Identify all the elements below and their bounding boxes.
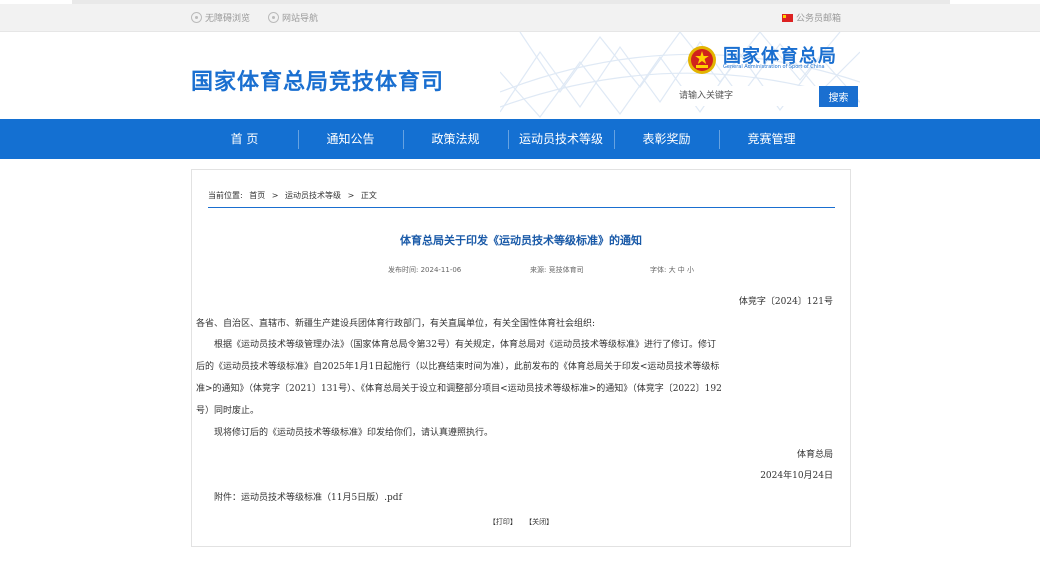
national-emblem-icon: [688, 46, 716, 74]
accessibility-icon: [191, 12, 202, 23]
main-nav: 首 页 通知公告 政策法规 运动员技术等级 表彰奖励 竞赛管理: [0, 119, 1040, 159]
article-line: 现将修订后的《运动员技术等级标准》印发给你们，请认真遵照执行。: [196, 428, 494, 438]
nav-policies[interactable]: 政策法规: [403, 119, 508, 159]
breadcrumb-separator: >: [347, 191, 355, 200]
article-line: 根据《运动员技术等级管理办法》（国家体育总局令第32号）有关规定，体育总局对《运…: [196, 340, 716, 350]
breadcrumb-prefix: 当前位置:: [208, 191, 243, 200]
site-nav-link[interactable]: 网站导航: [268, 11, 318, 24]
utility-bar: 无障碍浏览 网站导航 公务员邮箱: [0, 4, 1040, 32]
nav-athlete-grades[interactable]: 运动员技术等级: [508, 119, 614, 159]
breadcrumb: 当前位置: 首页 > 运动员技术等级 > 正文: [208, 190, 381, 201]
site-title[interactable]: 国家体育总局竞技体育司: [191, 64, 444, 96]
org-name-en: General Administration of Sport of China: [723, 64, 825, 70]
nav-awards[interactable]: 表彰奖励: [614, 119, 719, 159]
article-actions: 【打印】 【关闭】: [192, 517, 850, 527]
sitemap-icon: [268, 12, 279, 23]
article-line: 各省、自治区、直辖市、新疆生产建设兵团体育行政部门，有关直属单位，有关全国性体育…: [196, 319, 596, 329]
article-line: 准>的通知》（体竞字〔2021〕131号）、《体育总局关于设立和调整部分项目<运…: [196, 384, 722, 394]
publish-date: 发布时间: 2024-11-06: [388, 266, 462, 274]
close-button[interactable]: 【关闭】: [525, 518, 553, 526]
article-source: 来源: 竞技体育司: [530, 266, 584, 274]
accessible-browse-label: 无障碍浏览: [205, 14, 251, 24]
search-input[interactable]: [673, 86, 819, 106]
sign-date: 2024年10月24日: [760, 471, 833, 481]
print-button[interactable]: 【打印】: [489, 518, 517, 526]
attachment-link[interactable]: 附件：运动员技术等级标准（11月5日版）.pdf: [196, 490, 402, 503]
staff-mail-label: 公务员邮箱: [796, 14, 842, 24]
nav-home[interactable]: 首 页: [191, 119, 298, 159]
breadcrumb-separator: >: [271, 191, 279, 200]
article-line: 后的《运动员技术等级标准》自2025年1月1日起施行（以比赛结束时间为准），此前…: [196, 362, 720, 372]
article-line: 号）同时废止。: [196, 406, 260, 416]
article-title: 体育总局关于印发《运动员技术等级标准》的通知: [400, 234, 642, 247]
nav-competitions[interactable]: 竞赛管理: [719, 119, 824, 159]
breadcrumb-section[interactable]: 运动员技术等级: [285, 191, 341, 200]
document-number: 体竞字〔2024〕121号: [738, 297, 833, 307]
flag-icon: [782, 13, 793, 22]
breadcrumb-home[interactable]: 首页: [249, 191, 265, 200]
site-nav-label: 网站导航: [282, 14, 319, 24]
staff-mail-link[interactable]: 公务员邮箱: [782, 11, 841, 24]
font-size-switch[interactable]: 字体: 大 中 小: [650, 265, 694, 275]
signature: 体育总局: [796, 450, 833, 460]
breadcrumb-current: 正文: [360, 191, 377, 200]
site-header: 国家体育总局竞技体育司 国家体育总局 General Administratio…: [0, 32, 1040, 119]
search-button[interactable]: 搜索: [819, 86, 858, 107]
breadcrumb-divider: [208, 207, 835, 208]
nav-notices[interactable]: 通知公告: [298, 119, 403, 159]
accessible-browse-link[interactable]: 无障碍浏览: [191, 11, 250, 24]
article-card: 当前位置: 首页 > 运动员技术等级 > 正文 体育总局关于印发《运动员技术等级…: [191, 169, 851, 547]
